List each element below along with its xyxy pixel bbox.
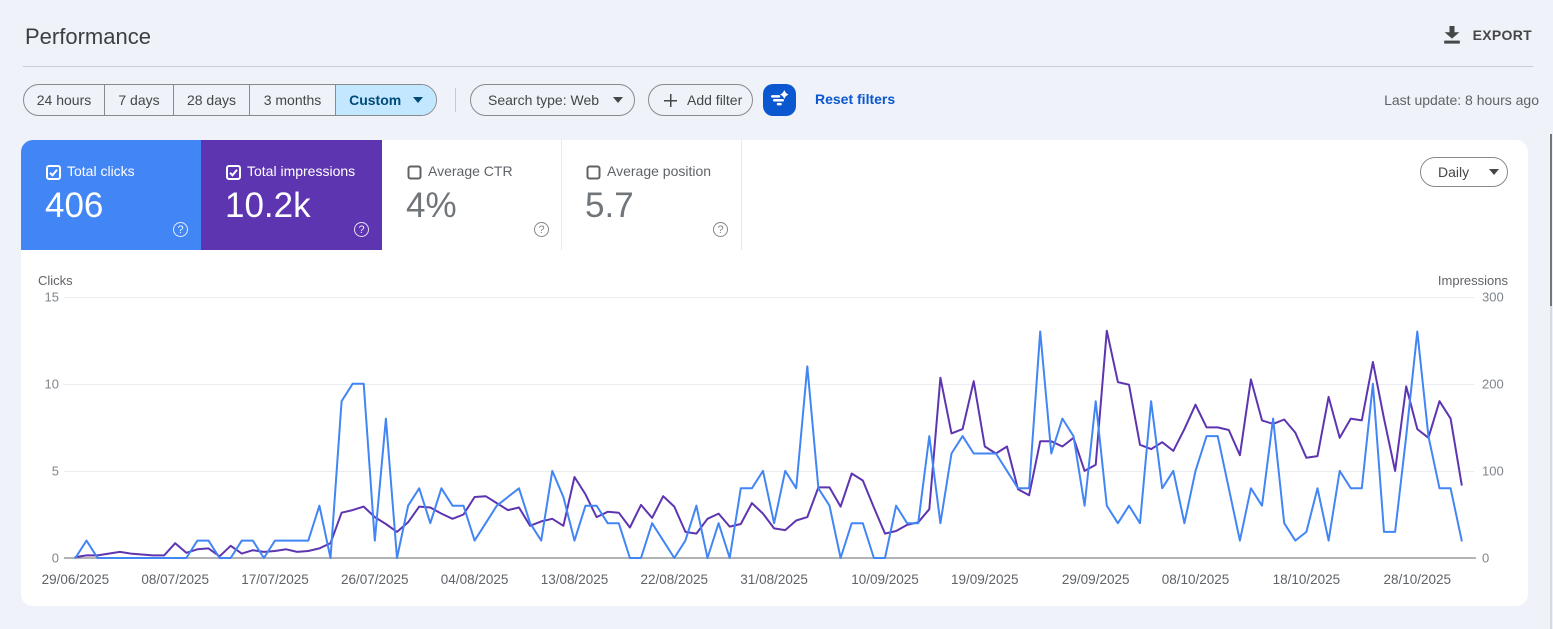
svg-text:18/10/2025: 18/10/2025 [1273,572,1341,587]
svg-text:300: 300 [1482,290,1504,305]
svg-text:04/08/2025: 04/08/2025 [441,572,509,587]
svg-text:0: 0 [1482,551,1489,566]
svg-text:200: 200 [1482,377,1504,392]
svg-text:22/08/2025: 22/08/2025 [641,572,709,587]
svg-text:31/08/2025: 31/08/2025 [740,572,808,587]
svg-text:28/10/2025: 28/10/2025 [1384,572,1452,587]
svg-text:0: 0 [52,551,59,566]
svg-text:13/08/2025: 13/08/2025 [541,572,609,587]
svg-text:15: 15 [45,290,59,305]
svg-text:100: 100 [1482,464,1504,479]
svg-text:10/09/2025: 10/09/2025 [851,572,919,587]
svg-text:08/10/2025: 08/10/2025 [1162,572,1230,587]
svg-text:29/06/2025: 29/06/2025 [42,572,110,587]
svg-text:29/09/2025: 29/09/2025 [1062,572,1130,587]
svg-text:Clicks: Clicks [38,273,73,288]
svg-text:Impressions: Impressions [1438,273,1509,288]
svg-text:10: 10 [45,377,59,392]
svg-text:5: 5 [52,464,59,479]
svg-text:26/07/2025: 26/07/2025 [341,572,409,587]
svg-text:19/09/2025: 19/09/2025 [951,572,1019,587]
svg-text:17/07/2025: 17/07/2025 [241,572,309,587]
svg-text:08/07/2025: 08/07/2025 [141,572,209,587]
